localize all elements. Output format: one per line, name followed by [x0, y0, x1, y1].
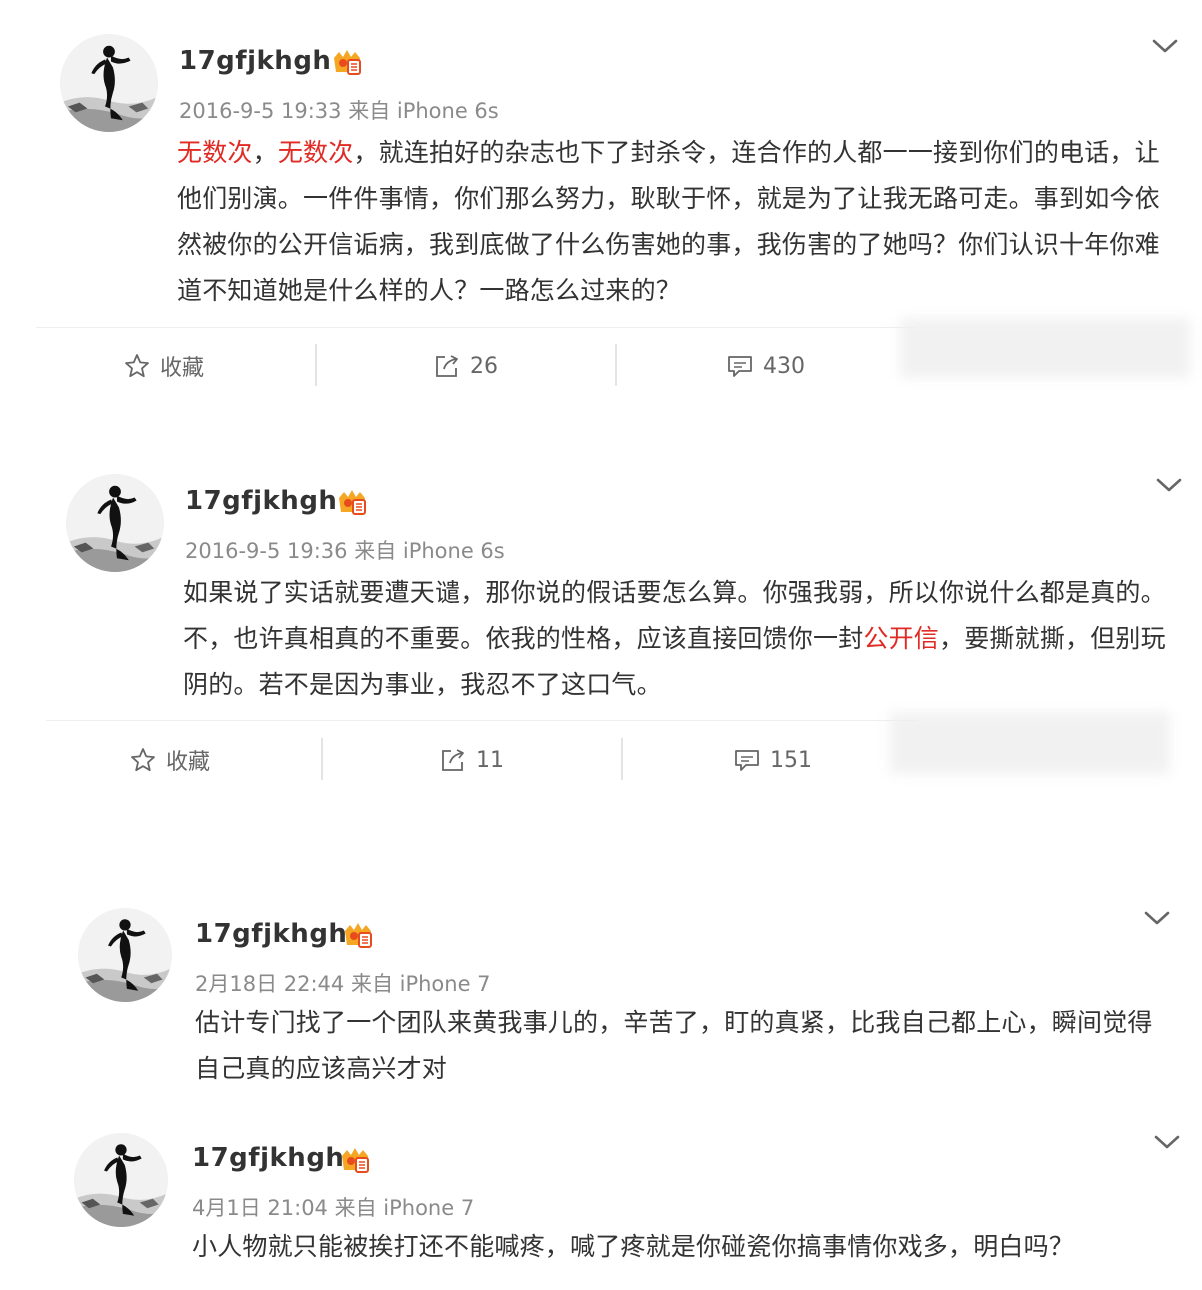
vip-crown-badge-icon — [338, 1146, 372, 1176]
weibo-post-4: 17gfjkhgh 4月1日 21:04 来自 iPhone 7 小人物就只能被… — [0, 0, 1202, 1290]
content-text: 小人物就只能被挨打还不能喊疼，喊了疼就是你碰瓷你搞事情你戏多，明白吗？ — [192, 1232, 1075, 1261]
avatar[interactable] — [74, 1133, 168, 1227]
chevron-down-icon[interactable] — [1154, 1134, 1180, 1150]
post-content: 小人物就只能被挨打还不能喊疼，喊了疼就是你碰瓷你搞事情你戏多，明白吗？ — [192, 1224, 1167, 1270]
username[interactable]: 17gfjkhgh — [192, 1143, 344, 1173]
post-meta: 4月1日 21:04 来自 iPhone 7 — [192, 1196, 475, 1220]
